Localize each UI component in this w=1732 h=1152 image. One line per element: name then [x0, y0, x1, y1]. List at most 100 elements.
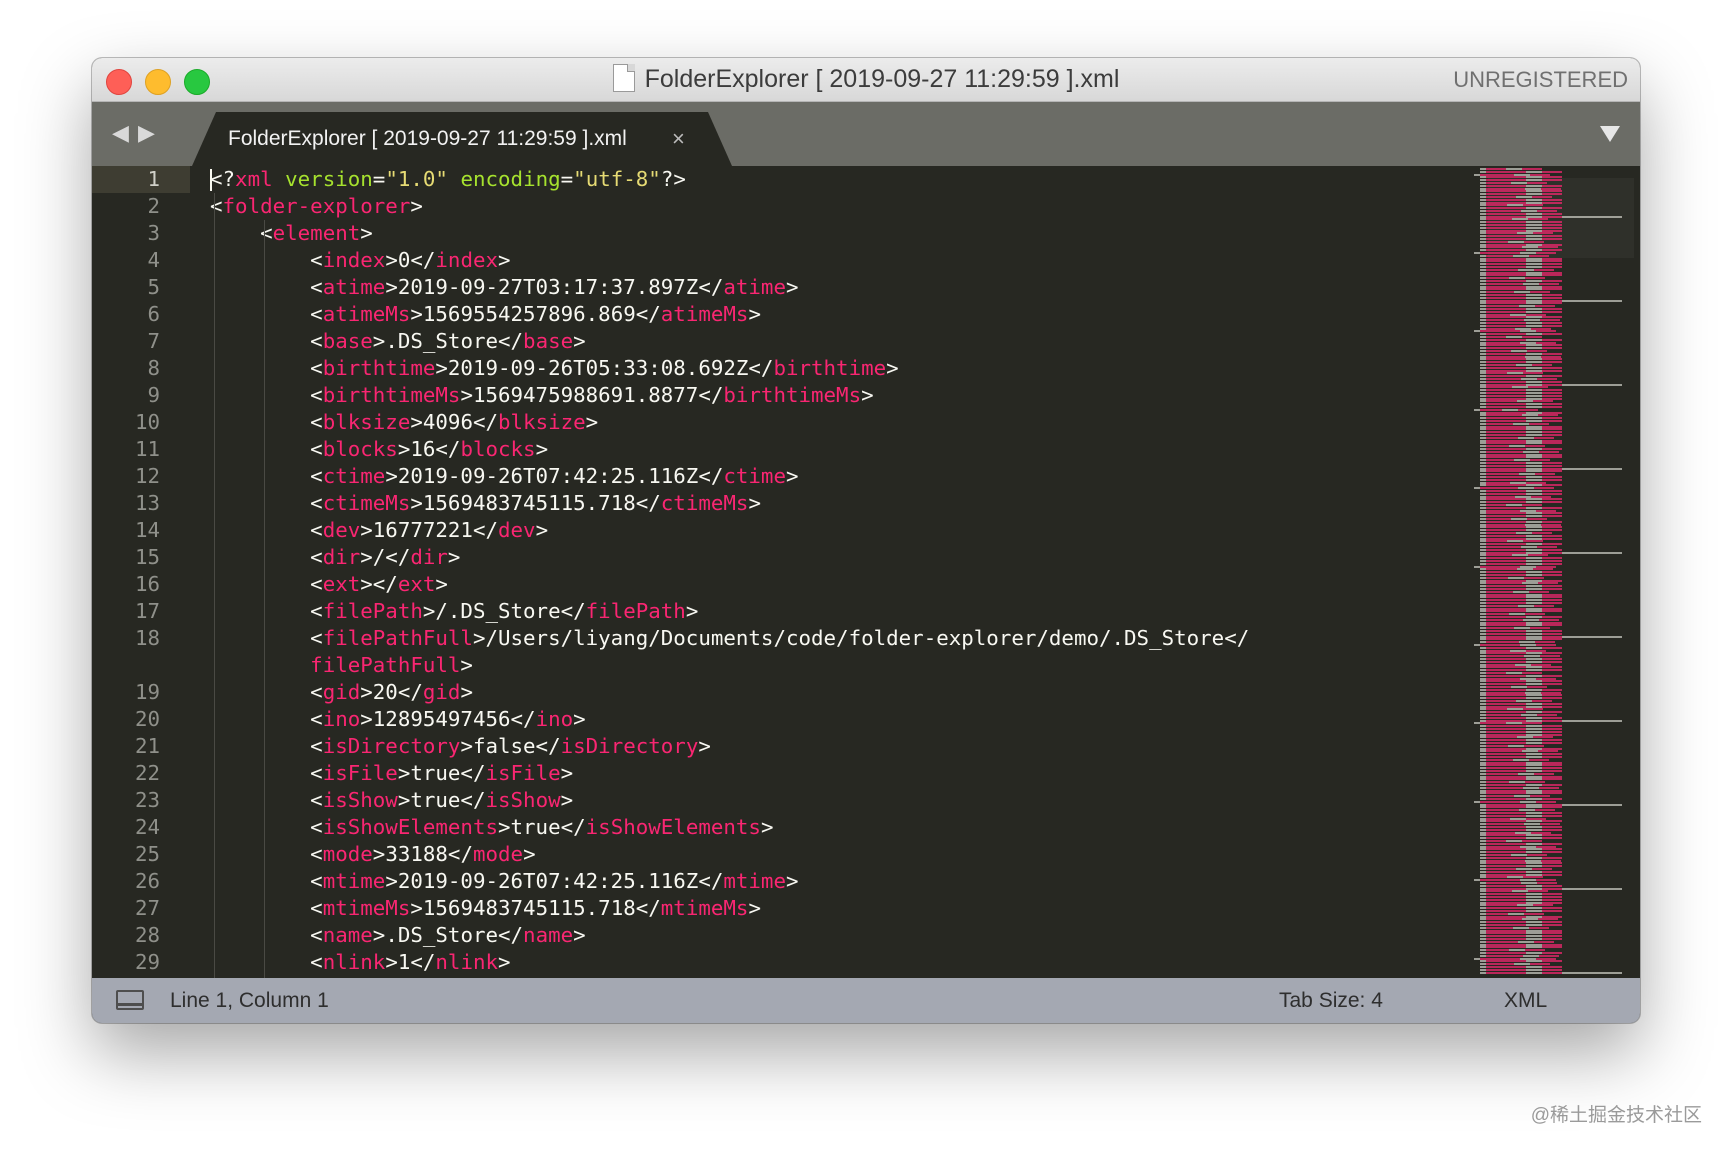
status-bar: Line 1, Column 1 Tab Size: 4 XML [92, 978, 1640, 1023]
minimap-stroke [1520, 957, 1536, 960]
minimap-stroke [1486, 711, 1526, 714]
minimap-stroke [1486, 932, 1526, 935]
minimap-stroke [1486, 406, 1526, 408]
code-line[interactable]: <isShowElements>true</isShowElements> [210, 814, 1460, 841]
code-line[interactable]: <isDirectory>false</isDirectory> [210, 733, 1460, 760]
minimap-stroke [1542, 848, 1562, 851]
code-text: < [310, 356, 323, 380]
minimap-stroke [1542, 534, 1562, 537]
code-line[interactable]: <filePathFull>/Users/liyang/Documents/co… [210, 625, 1460, 652]
minimap-stroke [1486, 742, 1526, 744]
minimap-stroke [1486, 848, 1526, 851]
code-line[interactable]: <blksize>4096</blksize> [210, 409, 1460, 436]
forward-arrow-icon[interactable]: ▶ [138, 120, 155, 146]
minimap-stroke [1542, 946, 1562, 949]
minimap[interactable] [1470, 166, 1640, 978]
code-line[interactable]: filePathFull> [210, 652, 1460, 679]
minimap-stroke [1526, 462, 1542, 464]
minimap-stroke [1486, 316, 1526, 319]
minimap-stroke [1518, 268, 1534, 271]
minimap-stroke [1486, 795, 1514, 798]
code-line[interactable]: <isShow>true</isShow> [210, 787, 1460, 814]
minimap-stroke [1527, 518, 1547, 520]
tab-close-icon[interactable]: × [672, 112, 685, 166]
code-line[interactable]: <isFile>true</isFile> [210, 760, 1460, 787]
minimap-stroke [1486, 462, 1526, 464]
code-line[interactable]: <ino>12895497456</ino> [210, 706, 1460, 733]
minimap-stroke [1521, 714, 1537, 716]
code-line[interactable]: <ctimeMs>1569483745115.718</ctimeMs> [210, 490, 1460, 517]
minimap-stroke [1486, 767, 1526, 770]
minimap-stroke [1542, 257, 1562, 260]
code-line[interactable]: <base>.DS_Store</base> [210, 328, 1460, 355]
tab-size-selector[interactable]: Tab Size: 4 [1279, 978, 1383, 1023]
code-line[interactable]: <?xml version="1.0" encoding="utf-8"?> [210, 166, 1460, 193]
minimap-stroke [1486, 512, 1526, 515]
code-line[interactable]: <nlink>1</nlink> [210, 949, 1460, 976]
code-line[interactable]: <dev>16777221</dev> [210, 517, 1460, 544]
code-area[interactable]: <?xml version="1.0" encoding="utf-8"?> <f… [210, 166, 1460, 978]
code-line[interactable]: <atimeMs>1569554257896.869</atimeMs> [210, 301, 1460, 328]
code-text: < [260, 221, 273, 245]
minimap-stroke [1526, 607, 1542, 610]
code-text: < [310, 680, 323, 704]
title-bar[interactable]: FolderExplorer [ 2019-09-27 11:29:59 ].x… [92, 58, 1640, 102]
code-line[interactable]: <ctime>2019-09-26T07:42:25.116Z</ctime> [210, 463, 1460, 490]
code-line[interactable]: <mtime>2019-09-26T07:42:25.116Z</mtime> [210, 868, 1460, 895]
code-text: < [310, 950, 323, 974]
xml-tag-name: ctimeMs [660, 491, 749, 515]
code-text: > [685, 599, 699, 623]
code-line[interactable]: <blocks>16</blocks> [210, 436, 1460, 463]
code-line[interactable]: <gid>20</gid> [210, 679, 1460, 706]
minimap-stroke [1542, 366, 1562, 369]
minimap-stroke [1542, 728, 1562, 730]
code-text: > [435, 572, 448, 596]
minimap-stroke [1526, 966, 1542, 968]
minimap-stroke [1514, 459, 1530, 462]
xml-tag-name: ext [322, 572, 361, 596]
minimap-stroke [1533, 904, 1553, 907]
minimap-stroke [1523, 876, 1543, 879]
code-line[interactable]: <ext></ext> [210, 571, 1460, 598]
panel-toggle-icon[interactable] [116, 990, 144, 1010]
minimap-stroke [1542, 697, 1562, 700]
code-line[interactable]: <atime>2019-09-27T03:17:37.897Z</atime> [210, 274, 1460, 301]
minimap-stroke [1523, 618, 1539, 621]
code-line[interactable]: <birthtime>2019-09-26T05:33:08.692Z</bir… [210, 355, 1460, 382]
minimap-stroke [1532, 364, 1552, 366]
minimap-stroke [1486, 341, 1520, 344]
minimap-stroke [1542, 512, 1562, 515]
xml-tag-name: nlink [435, 950, 499, 974]
code-line[interactable]: <mode>33188</mode> [210, 841, 1460, 868]
tab-folderexplorer-xml[interactable]: FolderExplorer [ 2019-09-27 11:29:59 ].x… [192, 112, 732, 166]
code-line[interactable]: <mtimeMs>1569483745115.718</mtimeMs> [210, 895, 1460, 922]
minimap-stroke [1486, 873, 1526, 876]
minimap-stroke [1542, 725, 1562, 728]
back-arrow-icon[interactable]: ◀ [112, 120, 129, 146]
code-line[interactable]: <birthtimeMs>1569475988691.8877</birthti… [210, 382, 1460, 409]
minimap-stroke [1542, 369, 1562, 372]
code-line[interactable]: <index>0</index> [210, 247, 1460, 274]
code-line[interactable]: <element> [210, 220, 1460, 247]
minimap-stroke [1526, 921, 1542, 924]
tab-menu-dropdown-icon[interactable] [1600, 126, 1620, 142]
code-line[interactable]: <folder-explorer> [210, 193, 1460, 220]
minimap-stroke [1486, 792, 1526, 795]
code-editor[interactable]: 1 2 3 4 5 6 7 8 9 10 11 12 13 14 15 16 17 18 19 20 21 22 23 24 2… [92, 166, 1640, 978]
minimap-stroke [1536, 330, 1556, 333]
minimap-stroke [1486, 414, 1522, 417]
code-line[interactable]: <name>.DS_Store</name> [210, 922, 1460, 949]
minimap-stroke [1516, 532, 1532, 534]
code-line[interactable]: <dir>/</dir> [210, 544, 1460, 571]
code-text: < [310, 788, 323, 812]
syntax-selector[interactable]: XML [1504, 978, 1547, 1023]
minimap-stroke [1526, 266, 1542, 268]
minimap-stroke [1507, 204, 1523, 207]
code-line[interactable]: <filePath>/.DS_Store</filePath> [210, 598, 1460, 625]
minimap-stroke [1486, 803, 1526, 806]
minimap-stroke [1480, 252, 1520, 254]
code-text: < [310, 599, 323, 623]
minimap-stroke [1542, 344, 1562, 347]
minimap-stroke [1526, 915, 1542, 918]
minimap-stroke [1486, 772, 1518, 775]
